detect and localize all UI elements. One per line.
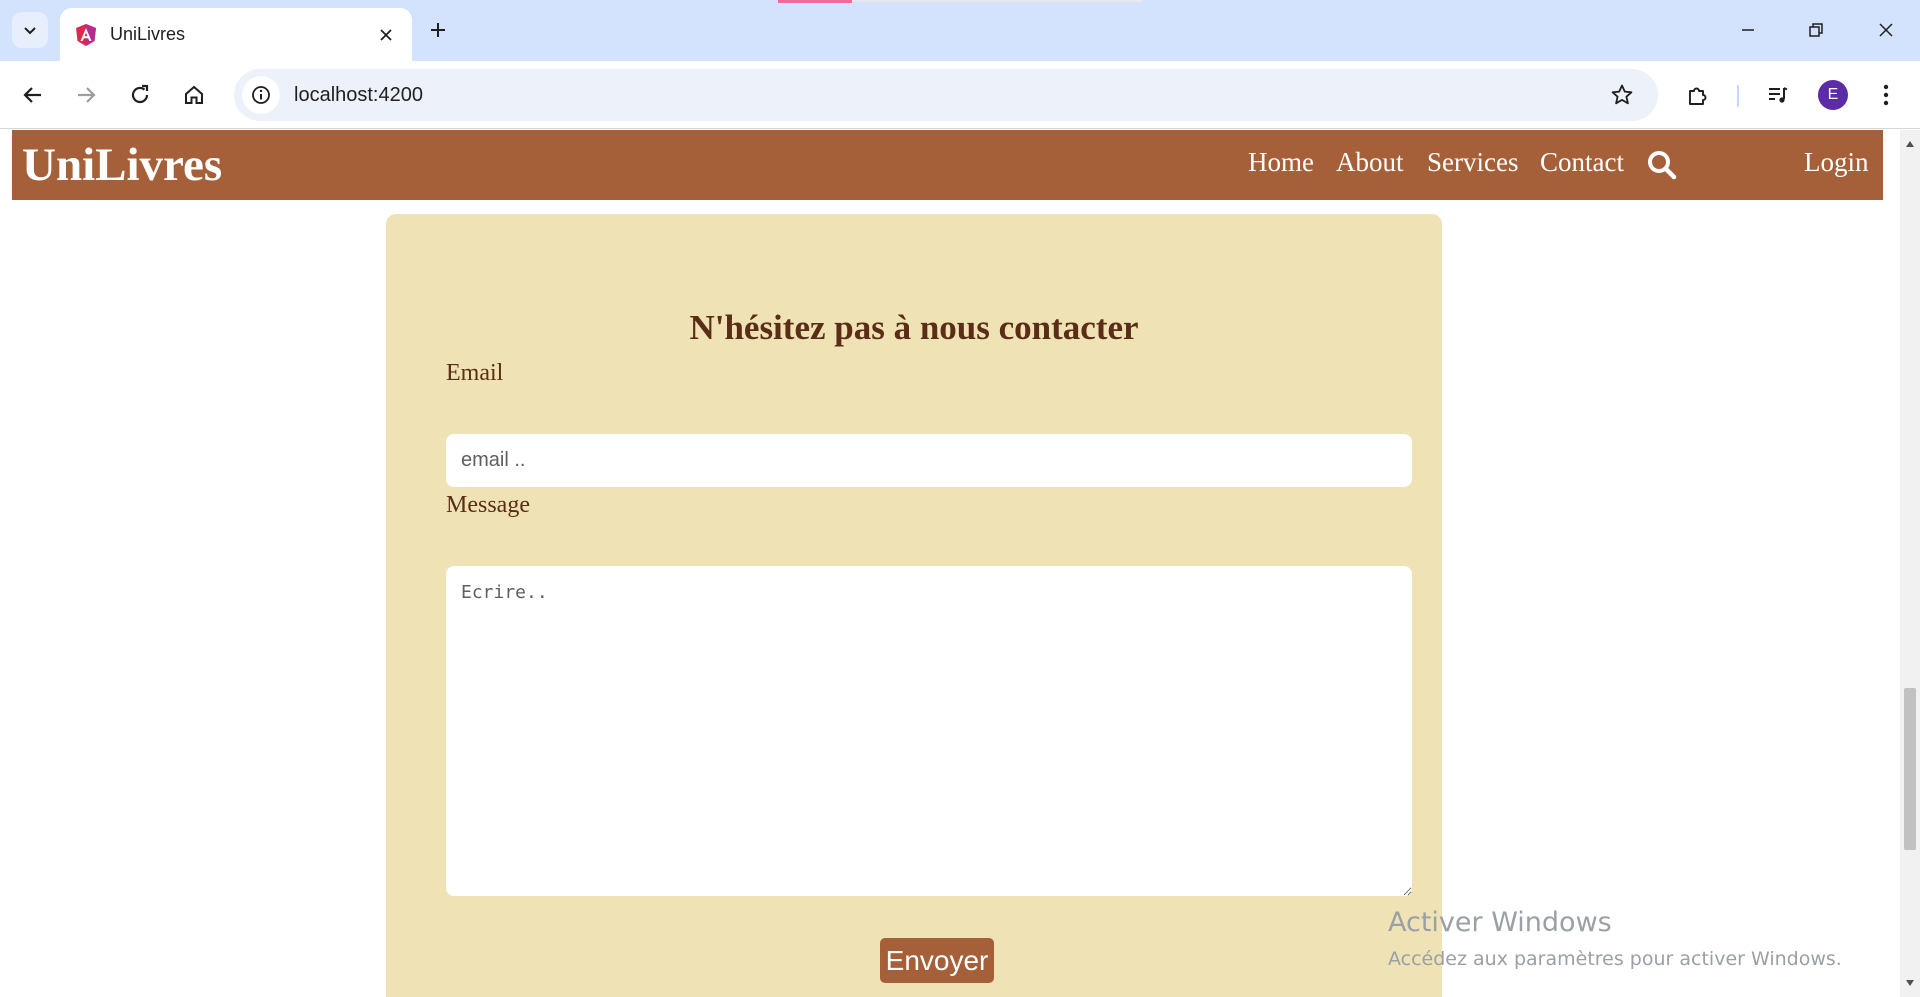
nav-link-services[interactable]: Services (1427, 147, 1518, 178)
back-icon (23, 87, 41, 103)
loading-indicator (778, 0, 852, 3)
site-info-button[interactable] (242, 76, 280, 114)
close-icon (380, 28, 392, 41)
message-textarea[interactable] (446, 566, 1412, 896)
toolbar-separator (1737, 85, 1739, 107)
caret-down-icon (1906, 980, 1914, 986)
contact-form-card: N'hésitez pas à nous contacter Email Mes… (386, 214, 1442, 997)
caret-up-icon (1906, 141, 1914, 147)
reload-button[interactable] (120, 75, 160, 115)
media-control-icon (1769, 87, 1788, 103)
site-info-icon (252, 86, 270, 104)
close-window-icon (1879, 23, 1893, 37)
plus-icon (431, 23, 445, 37)
nav-link-home[interactable]: Home (1248, 147, 1314, 178)
extensions-button[interactable] (1678, 75, 1718, 115)
browser-toolbar: localhost:4200 E (0, 61, 1920, 129)
minimize-button[interactable] (1724, 10, 1772, 50)
close-window-button[interactable] (1862, 10, 1910, 50)
home-button[interactable] (174, 75, 214, 115)
restore-icon (1809, 23, 1823, 37)
loading-track (852, 0, 1142, 2)
email-label: Email (446, 360, 504, 386)
tab-list-icon (24, 27, 36, 35)
profile-avatar[interactable]: E (1818, 80, 1848, 110)
tab-search-button[interactable] (12, 12, 48, 48)
media-control-button[interactable] (1758, 75, 1798, 115)
restore-button[interactable] (1792, 10, 1840, 50)
address-bar[interactable]: localhost:4200 (234, 69, 1658, 121)
nav-link-about[interactable]: About (1336, 147, 1404, 178)
scrollbar-thumb[interactable] (1904, 688, 1916, 850)
bookmark-button[interactable] (1602, 75, 1642, 115)
nav-link-contact[interactable]: Contact (1540, 147, 1624, 178)
url-text[interactable]: localhost:4200 (294, 84, 1602, 107)
page-scrollbar[interactable] (1900, 130, 1920, 997)
watermark-title: Activer Windows (1388, 907, 1612, 938)
watermark-subtitle: Accédez aux paramètres pour activer Wind… (1388, 948, 1842, 970)
site-navbar: UniLivres Home About Services Contact Lo… (12, 130, 1883, 200)
forward-button[interactable] (66, 75, 106, 115)
message-label: Message (446, 492, 530, 518)
minimize-icon (1742, 29, 1754, 31)
more-menu-button[interactable] (1866, 75, 1906, 115)
star-icon (1611, 84, 1633, 105)
forward-icon (78, 87, 96, 103)
tab-strip: UniLivres (0, 0, 1920, 61)
send-button[interactable]: Envoyer (880, 938, 994, 983)
page-viewport: UniLivres Home About Services Contact Lo… (0, 130, 1900, 997)
extensions-icon (1689, 87, 1707, 105)
back-button[interactable] (13, 75, 53, 115)
tab-close-button[interactable] (374, 23, 398, 47)
nav-link-login[interactable]: Login (1804, 147, 1869, 178)
reload-icon (131, 84, 149, 104)
tab-active[interactable]: UniLivres (60, 8, 412, 61)
search-icon[interactable] (1646, 149, 1678, 181)
email-field[interactable] (446, 434, 1412, 487)
scroll-up-button[interactable] (1904, 138, 1916, 150)
new-tab-button[interactable] (422, 14, 454, 46)
tab-title: UniLivres (110, 24, 186, 44)
windows-activation-watermark: Activer Windows Accédez aux paramètres p… (1388, 907, 1842, 970)
site-brand[interactable]: UniLivres (22, 138, 222, 192)
form-title: N'hésitez pas à nous contacter (689, 308, 1139, 347)
scroll-down-button[interactable] (1904, 977, 1916, 989)
angular-favicon (76, 23, 96, 46)
home-icon (185, 85, 203, 104)
more-icon (1883, 84, 1889, 106)
